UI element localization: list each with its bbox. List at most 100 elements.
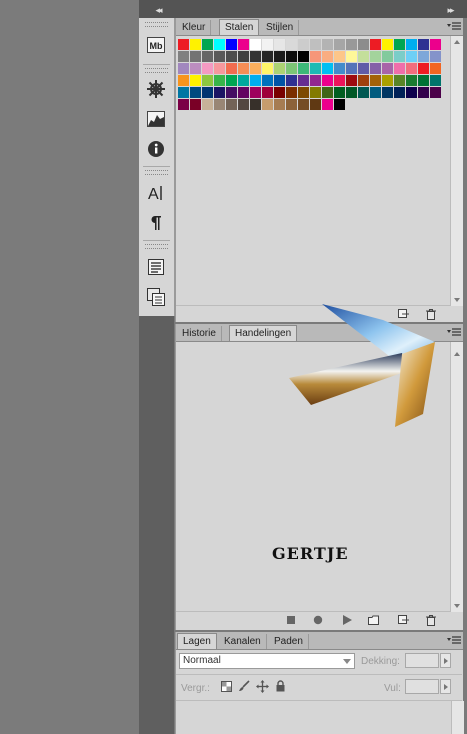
histogram-icon[interactable] [145, 108, 167, 130]
color-swatch[interactable] [418, 75, 429, 86]
color-swatch[interactable] [190, 63, 201, 74]
color-swatch[interactable] [238, 99, 249, 110]
color-swatch[interactable] [202, 75, 213, 86]
color-swatch[interactable] [202, 87, 213, 98]
color-swatch[interactable] [262, 99, 273, 110]
color-swatch[interactable] [382, 39, 393, 50]
color-swatch[interactable] [178, 39, 189, 50]
panel-menu-icon[interactable] [447, 22, 461, 31]
lock-all-icon[interactable] [275, 680, 286, 692]
color-swatch[interactable] [262, 51, 273, 62]
color-swatch[interactable] [322, 87, 333, 98]
mini-bridge-icon[interactable]: Mb [145, 34, 167, 56]
color-swatch[interactable] [286, 87, 297, 98]
color-swatch[interactable] [394, 51, 405, 62]
tab-kleur[interactable]: Kleur [177, 20, 212, 35]
color-swatch[interactable] [226, 75, 237, 86]
color-swatch[interactable] [238, 63, 249, 74]
color-swatch[interactable] [334, 99, 345, 110]
color-swatch[interactable] [190, 87, 201, 98]
color-swatch[interactable] [202, 99, 213, 110]
color-swatch[interactable] [214, 51, 225, 62]
color-swatch[interactable] [298, 75, 309, 86]
color-swatch[interactable] [346, 87, 357, 98]
color-swatch[interactable] [370, 51, 381, 62]
clone-source-icon[interactable] [145, 286, 167, 308]
color-swatch[interactable] [250, 39, 261, 50]
character-icon[interactable]: A [145, 182, 167, 204]
color-swatch[interactable] [226, 39, 237, 50]
play-icon[interactable] [342, 615, 353, 625]
paragraph-icon[interactable] [145, 212, 167, 234]
color-swatch[interactable] [286, 39, 297, 50]
color-swatch[interactable] [214, 87, 225, 98]
dock-grip[interactable] [145, 170, 168, 175]
color-swatch[interactable] [418, 63, 429, 74]
color-swatch[interactable] [274, 63, 285, 74]
color-swatch[interactable] [346, 51, 357, 62]
color-swatch[interactable] [370, 39, 381, 50]
navigator-wheel-icon[interactable] [145, 78, 167, 100]
color-swatch[interactable] [334, 63, 345, 74]
tab-stijlen[interactable]: Stijlen [261, 20, 300, 35]
color-swatch[interactable] [394, 87, 405, 98]
color-swatch[interactable] [286, 63, 297, 74]
color-swatch[interactable] [358, 51, 369, 62]
color-swatch[interactable] [418, 51, 429, 62]
color-swatch[interactable] [262, 39, 273, 50]
color-swatch[interactable] [430, 63, 441, 74]
color-swatch[interactable] [178, 63, 189, 74]
lock-transparency-icon[interactable] [221, 681, 232, 692]
color-swatch[interactable] [382, 63, 393, 74]
color-swatch[interactable] [190, 99, 201, 110]
color-swatch[interactable] [430, 87, 441, 98]
tab-lagen[interactable]: Lagen [177, 633, 217, 649]
color-swatch[interactable] [226, 99, 237, 110]
color-swatch[interactable] [226, 51, 237, 62]
color-swatch[interactable] [430, 75, 441, 86]
color-swatch[interactable] [406, 51, 417, 62]
color-swatch[interactable] [226, 63, 237, 74]
lock-pixels-brush-icon[interactable] [238, 680, 250, 692]
color-swatch[interactable] [214, 39, 225, 50]
color-swatch[interactable] [262, 87, 273, 98]
lock-position-move-icon[interactable] [256, 680, 269, 693]
opacity-arrow-icon[interactable] [440, 653, 451, 668]
new-action-icon[interactable] [398, 615, 409, 625]
scroll-up-icon[interactable] [454, 352, 460, 356]
color-swatch[interactable] [322, 75, 333, 86]
stop-icon[interactable] [286, 615, 297, 625]
dock-grip[interactable] [145, 244, 168, 249]
color-swatch[interactable] [334, 75, 345, 86]
color-swatch[interactable] [190, 75, 201, 86]
color-swatch[interactable] [214, 75, 225, 86]
color-swatch[interactable] [298, 63, 309, 74]
color-swatch[interactable] [334, 87, 345, 98]
color-swatch[interactable] [322, 51, 333, 62]
scroll-up-icon[interactable] [454, 40, 460, 44]
color-swatch[interactable] [322, 99, 333, 110]
color-swatch[interactable] [298, 99, 309, 110]
dock-grip[interactable] [145, 68, 168, 73]
color-swatch[interactable] [178, 51, 189, 62]
tab-stalen[interactable]: Stalen [219, 19, 260, 35]
color-swatch[interactable] [286, 51, 297, 62]
actions-scrollbar[interactable] [450, 342, 463, 612]
collapse-icons-button[interactable]: ◂◂ [144, 5, 172, 15]
color-swatch[interactable] [238, 51, 249, 62]
color-swatch[interactable] [250, 63, 261, 74]
color-swatch[interactable] [202, 39, 213, 50]
color-swatch[interactable] [322, 63, 333, 74]
color-swatch[interactable] [418, 87, 429, 98]
color-swatch[interactable] [274, 75, 285, 86]
info-icon[interactable] [145, 138, 167, 160]
dock-grip[interactable] [145, 22, 168, 27]
color-swatch[interactable] [298, 51, 309, 62]
color-swatch[interactable] [310, 39, 321, 50]
color-swatch[interactable] [382, 51, 393, 62]
color-swatch[interactable] [274, 87, 285, 98]
color-swatch[interactable] [322, 39, 333, 50]
new-set-folder-icon[interactable] [368, 615, 379, 625]
color-swatch[interactable] [310, 87, 321, 98]
color-swatch[interactable] [358, 75, 369, 86]
